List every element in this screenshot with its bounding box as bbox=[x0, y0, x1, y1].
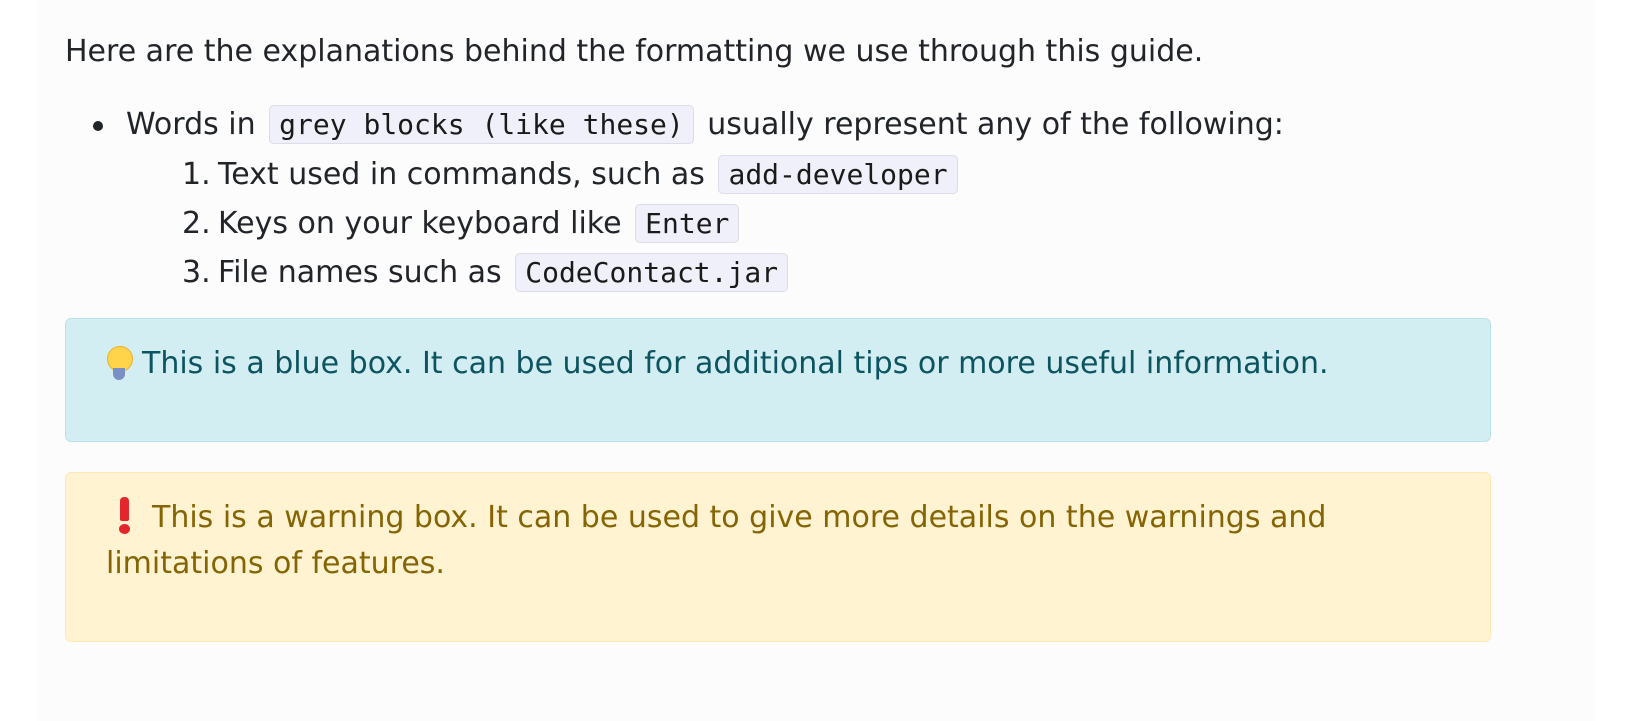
item-text: File names such as bbox=[218, 255, 502, 290]
inline-code: grey blocks (like these) bbox=[269, 105, 694, 144]
tip-box: This is a blue box. It can be used for a… bbox=[65, 318, 1491, 442]
guide-content: Here are the explanations behind the for… bbox=[65, 28, 1565, 642]
bullet-marker bbox=[93, 121, 103, 131]
item-text: Keys on your keyboard like bbox=[218, 206, 622, 241]
list-item: 2. Keys on your keyboard like Enter bbox=[182, 199, 1565, 248]
list-item: 3. File names such as CodeContact.jar bbox=[182, 248, 1565, 297]
exclamation-icon bbox=[112, 495, 138, 535]
bullet-suffix: usually represent any of the following: bbox=[707, 107, 1284, 142]
format-list: Words in grey blocks (like these) usuall… bbox=[65, 100, 1565, 297]
inline-code: Enter bbox=[635, 204, 740, 243]
inline-code: CodeContact.jar bbox=[515, 253, 789, 292]
intro-paragraph: Here are the explanations behind the for… bbox=[65, 34, 1204, 69]
list-item: Words in grey blocks (like these) usuall… bbox=[65, 100, 1565, 297]
bullet-prefix: Words in bbox=[126, 107, 256, 142]
lightbulb-icon bbox=[106, 344, 133, 382]
item-text: Text used in commands, such as bbox=[218, 157, 705, 192]
tip-text: This is a blue box. It can be used for a… bbox=[142, 346, 1329, 381]
page: Here are the explanations behind the for… bbox=[36, 0, 1596, 721]
warning-text: This is a warning box. It can be used to… bbox=[106, 500, 1327, 581]
item-number: 1. bbox=[182, 157, 211, 192]
inline-code: add-developer bbox=[718, 155, 958, 194]
item-number: 2. bbox=[182, 206, 211, 241]
list-item: 1. Text used in commands, such as add-dev… bbox=[182, 150, 1565, 199]
format-sublist: 1. Text used in commands, such as add-dev… bbox=[126, 150, 1565, 297]
item-number: 3. bbox=[182, 255, 211, 290]
warning-box: This is a warning box. It can be used to… bbox=[65, 472, 1491, 642]
